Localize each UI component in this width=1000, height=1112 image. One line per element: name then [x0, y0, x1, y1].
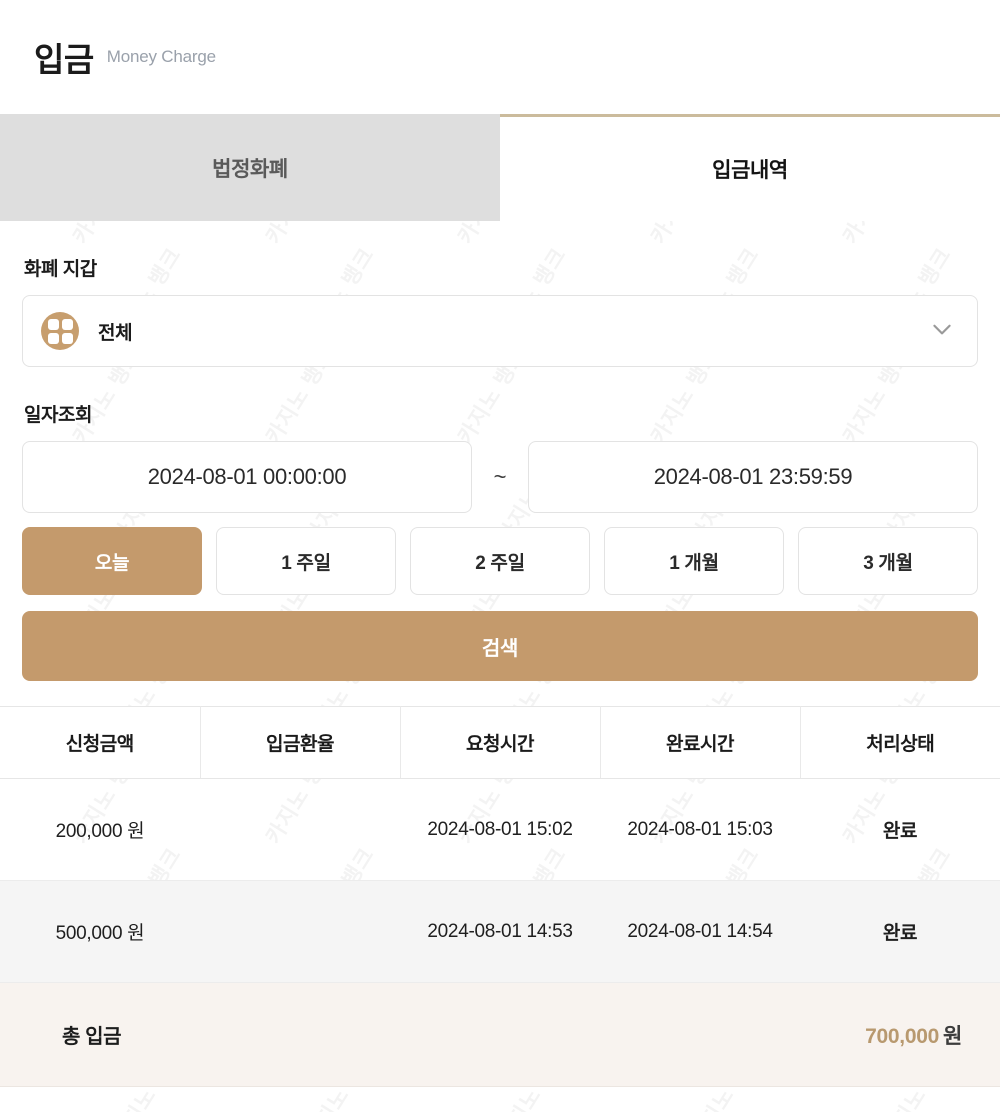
total-deposit-label: 총 입금 [62, 1026, 122, 1048]
page-title: 입금 [34, 41, 94, 78]
wallet-grid-icon [41, 312, 79, 350]
range-button-2weeks[interactable]: 2 주일 [410, 527, 590, 595]
range-button-1week[interactable]: 1 주일 [216, 527, 396, 595]
total-deposit-row: 총 입금 700,000 원 [0, 983, 1000, 1087]
deposit-history-table: 신청금액 입금환율 요청시간 완료시간 처리상태 200,000 원 2024-… [0, 706, 1000, 983]
cell-exchange-rate [200, 778, 400, 881]
tab-fiat-currency-label: 법정화폐 [212, 158, 288, 181]
cell-amount: 500,000 원 [0, 880, 200, 983]
cell-complete-time: 2024-08-01 15:03 [600, 778, 800, 881]
search-button[interactable]: 검색 [22, 611, 978, 681]
table-row[interactable]: 500,000 원 2024-08-01 14:53 2024-08-01 14… [0, 880, 1000, 983]
tab-bar: 법정화폐 입금내역 [0, 114, 1000, 221]
cell-complete-time: 2024-08-01 14:54 [600, 880, 800, 983]
column-header-complete-time: 완료시간 [600, 706, 801, 779]
cell-status: 완료 [800, 778, 1000, 881]
table-body: 200,000 원 2024-08-01 15:02 2024-08-01 15… [0, 778, 1000, 983]
cell-exchange-rate [200, 880, 400, 983]
date-range-separator: ~ [493, 464, 507, 489]
date-section-label: 일자조회 [24, 405, 92, 426]
chevron-down-icon[interactable] [929, 316, 955, 347]
tab-deposit-history[interactable]: 입금내역 [500, 114, 1000, 221]
cell-amount: 200,000 원 [0, 778, 200, 881]
table-header: 신청금액 입금환율 요청시간 완료시간 처리상태 [0, 706, 1000, 779]
table-row[interactable]: 200,000 원 2024-08-01 15:02 2024-08-01 15… [0, 778, 1000, 881]
total-deposit-amount: 700,000 [865, 1024, 939, 1048]
quick-range-buttons: 오늘 1 주일 2 주일 1 개월 3 개월 [22, 527, 978, 595]
column-header-exchange-rate: 입금환율 [200, 706, 401, 779]
column-header-status: 처리상태 [800, 706, 1000, 779]
cell-request-time: 2024-08-01 15:02 [400, 778, 600, 881]
table-header-row: 신청금액 입금환율 요청시간 완료시간 처리상태 [0, 706, 1000, 779]
cell-status: 완료 [800, 880, 1000, 983]
page-subtitle: Money Charge [106, 47, 216, 66]
page-header: 입금 Money Charge [0, 0, 1000, 114]
tab-deposit-history-label: 입금내역 [712, 159, 788, 182]
date-range-row: 2024-08-01 00:00:00 ~ 2024-08-01 23:59:5… [22, 441, 978, 513]
column-header-request-time: 요청시간 [400, 706, 601, 779]
cell-request-time: 2024-08-01 14:53 [400, 880, 600, 983]
range-button-3months[interactable]: 3 개월 [798, 527, 978, 595]
wallet-selected-value: 전체 [98, 322, 133, 344]
money-charge-page: 카지노 뱅크카지노 뱅크카지노 뱅크카지노 뱅크카지노 뱅크카지노 뱅크카지노 … [0, 0, 1000, 1112]
total-deposit-unit: 원 [942, 1024, 962, 1048]
range-button-today[interactable]: 오늘 [22, 527, 202, 595]
wallet-select[interactable]: 전체 [22, 295, 978, 367]
total-deposit-value: 700,000 원 [865, 1020, 962, 1050]
wallet-section-label: 화폐 지갑 [24, 259, 97, 280]
range-button-1month[interactable]: 1 개월 [604, 527, 784, 595]
end-date-input[interactable]: 2024-08-01 23:59:59 [528, 441, 978, 513]
tab-fiat-currency[interactable]: 법정화폐 [0, 114, 500, 221]
column-header-amount: 신청금액 [0, 706, 201, 779]
start-date-input[interactable]: 2024-08-01 00:00:00 [22, 441, 472, 513]
filter-form: 화폐 지갑 전체 일자조회 2024-08-01 00:00:00 ~ 2024… [0, 254, 1000, 681]
